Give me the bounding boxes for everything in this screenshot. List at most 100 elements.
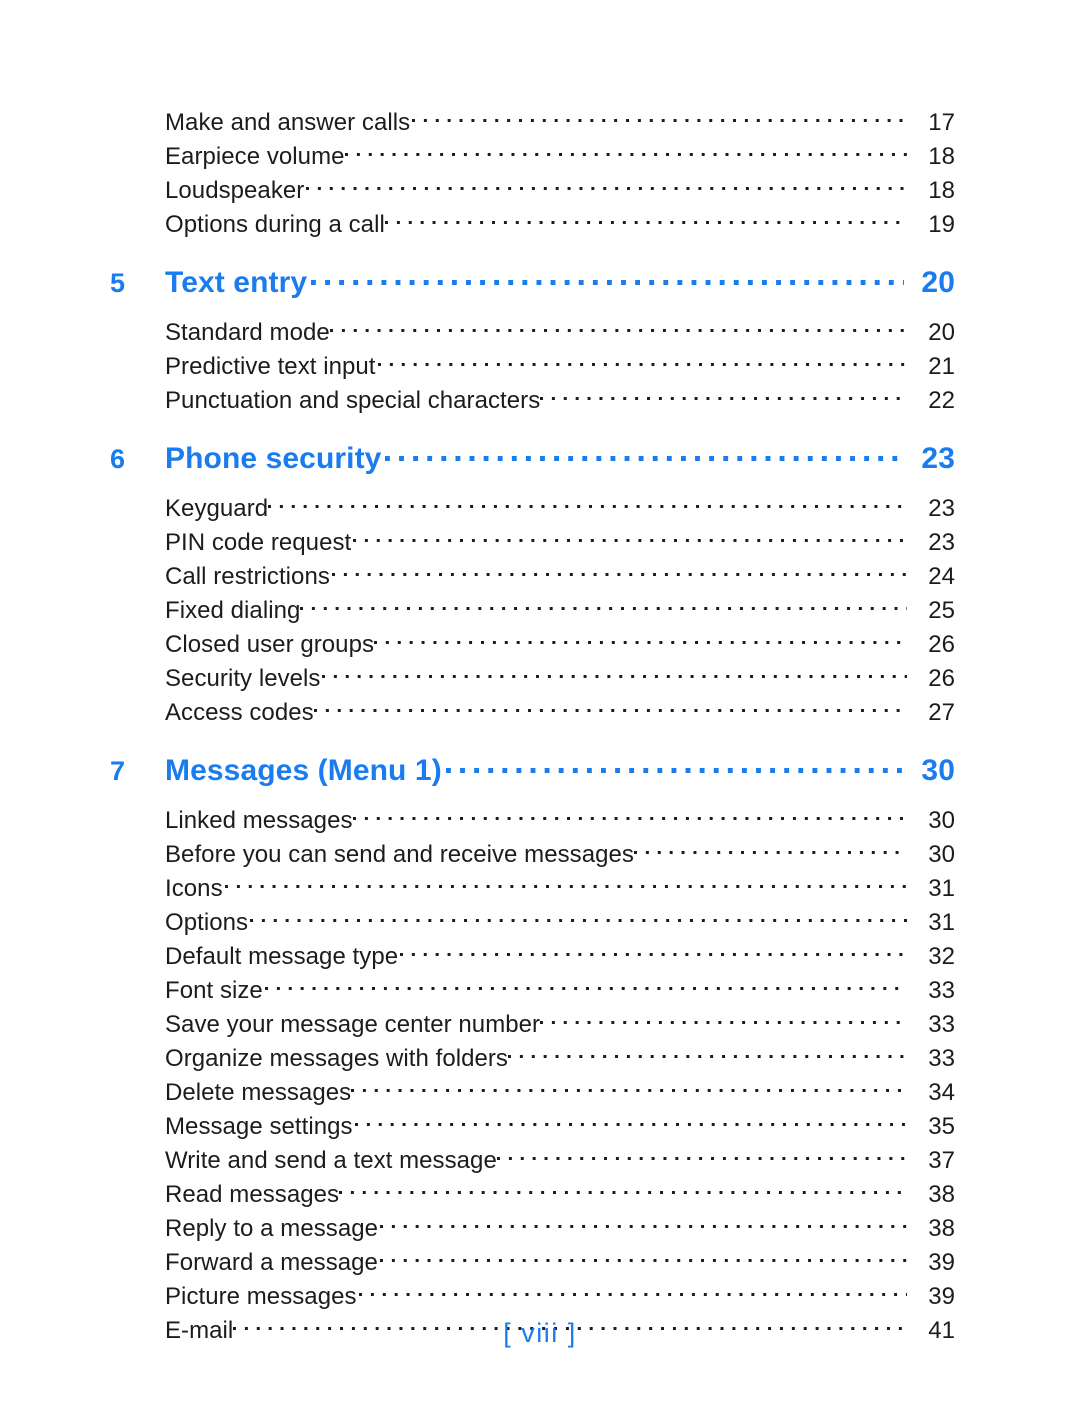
toc-chapter-number: 6 bbox=[110, 444, 126, 474]
toc-entry-page-number: 30 bbox=[928, 807, 955, 834]
toc-entry-page-number: 26 bbox=[928, 665, 955, 692]
toc-entry-title[interactable]: Fixed dialing bbox=[165, 594, 300, 628]
toc-entry-row[interactable]: Icons 31 bbox=[110, 862, 955, 902]
toc-chapter-number: 5 bbox=[110, 268, 126, 298]
toc-entry-page-number: 23 bbox=[928, 529, 955, 556]
toc-leader-dots bbox=[351, 516, 907, 550]
toc-entry-title[interactable]: Predictive text input bbox=[165, 350, 376, 384]
toc-entry-page-number: 18 bbox=[928, 177, 955, 204]
toc-leader-dots bbox=[330, 550, 907, 584]
toc-leader-dots bbox=[378, 1202, 907, 1236]
toc-entry-page-number: 39 bbox=[928, 1249, 955, 1276]
toc-leader-dots bbox=[329, 306, 907, 340]
toc-leader-dots bbox=[344, 130, 907, 164]
toc-entry-title[interactable]: Font size bbox=[165, 974, 263, 1008]
toc-entry-page-number: 30 bbox=[928, 841, 955, 868]
toc-entry-page-number: 20 bbox=[928, 319, 955, 346]
toc-entry-row[interactable]: Make and answer calls 17 bbox=[110, 96, 955, 136]
toc-chapter-page-number: 30 bbox=[921, 754, 955, 787]
toc-entry-page-number: 34 bbox=[928, 1079, 955, 1106]
toc-chapter-row[interactable]: 6 Phone security 23 bbox=[110, 438, 955, 476]
toc-leader-dots bbox=[378, 1236, 907, 1270]
toc-entry-page-number: 17 bbox=[928, 109, 955, 136]
toc-leader-dots bbox=[353, 1100, 907, 1134]
toc-entry-page-number: 38 bbox=[928, 1215, 955, 1242]
toc-entry-page-number: 37 bbox=[928, 1147, 955, 1174]
toc-leader-dots bbox=[633, 828, 907, 862]
toc-leader-dots bbox=[410, 96, 907, 130]
toc-entry-page-number: 23 bbox=[928, 495, 955, 522]
toc-entry-page-number: 39 bbox=[928, 1283, 955, 1310]
toc-entry-page-number: 31 bbox=[928, 909, 955, 936]
toc-leader-dots bbox=[351, 1066, 907, 1100]
toc-entry-title[interactable]: Read messages bbox=[165, 1178, 339, 1212]
toc-entry-page-number: 22 bbox=[928, 387, 955, 414]
toc-entry-page-number: 33 bbox=[928, 977, 955, 1004]
toc-entry-row[interactable]: Standard mode 20 bbox=[110, 306, 955, 346]
toc-entry-title[interactable]: Punctuation and special characters bbox=[165, 384, 540, 418]
toc-chapter-title[interactable]: Messages (Menu 1) bbox=[165, 754, 442, 788]
toc-chapter-row[interactable]: 5 Text entry 20 bbox=[110, 262, 955, 300]
toc-entry-title[interactable]: Message settings bbox=[165, 1110, 353, 1144]
toc-entry-page-number: 33 bbox=[928, 1045, 955, 1072]
toc-leader-dots bbox=[381, 438, 904, 468]
toc-chapter-row[interactable]: 7 Messages (Menu 1) 30 bbox=[110, 750, 955, 788]
toc-chapter-page-number: 20 bbox=[921, 266, 955, 299]
toc-leader-dots bbox=[320, 652, 907, 686]
toc-leader-dots bbox=[307, 262, 904, 292]
toc-leader-dots bbox=[223, 862, 907, 896]
toc-leader-dots bbox=[496, 1134, 907, 1168]
toc-entry-page-number: 26 bbox=[928, 631, 955, 658]
toc-leader-dots bbox=[540, 374, 907, 408]
toc-entry-title[interactable]: Loudspeaker bbox=[165, 174, 304, 208]
page-folio: [ viii ] bbox=[503, 1318, 577, 1348]
toc-chapter-title[interactable]: Text entry bbox=[165, 266, 307, 300]
toc-leader-dots bbox=[248, 896, 907, 930]
toc-entry-title[interactable]: Security levels bbox=[165, 662, 320, 696]
toc-leader-dots bbox=[352, 794, 907, 828]
toc-entry-title[interactable]: Reply to a message bbox=[165, 1212, 378, 1246]
toc-entry-page-number: 27 bbox=[928, 699, 955, 726]
toc-entry-page-number: 32 bbox=[928, 943, 955, 970]
toc-leader-dots bbox=[263, 964, 907, 998]
toc-entry-title[interactable]: Save your message center number bbox=[165, 1008, 540, 1042]
toc-entry-page-number: 35 bbox=[928, 1113, 955, 1140]
toc-entry-page-number: 19 bbox=[928, 211, 955, 238]
toc-entry-page-number: 33 bbox=[928, 1011, 955, 1038]
toc-leader-dots bbox=[339, 1168, 907, 1202]
toc-chapter-number: 7 bbox=[110, 756, 126, 786]
toc-leader-dots bbox=[300, 584, 907, 618]
toc-entry-title[interactable]: Standard mode bbox=[165, 316, 330, 350]
toc-leader-dots bbox=[357, 1270, 907, 1304]
toc-entry-title[interactable]: Options during a call bbox=[165, 208, 385, 242]
toc-entry-title[interactable]: Linked messages bbox=[165, 804, 353, 838]
toc-entry-title[interactable]: PIN code request bbox=[165, 526, 351, 560]
toc-entry-title[interactable]: Keyguard bbox=[165, 492, 268, 526]
toc-leader-dots bbox=[384, 198, 907, 232]
toc-entry-page-number: 31 bbox=[928, 875, 955, 902]
toc-entry-title[interactable]: Forward a message bbox=[165, 1246, 378, 1280]
toc-entry-page-number: 18 bbox=[928, 143, 955, 170]
toc-leader-dots bbox=[268, 482, 907, 516]
toc-leader-dots bbox=[507, 1032, 907, 1066]
toc-entry-title[interactable]: Delete messages bbox=[165, 1076, 351, 1110]
toc-leader-dots bbox=[304, 164, 907, 198]
toc-entry-page-number: 25 bbox=[928, 597, 955, 624]
toc-chapter-page-number: 23 bbox=[921, 442, 955, 475]
toc-leader-dots bbox=[442, 750, 904, 780]
toc-entry-page-number: 24 bbox=[928, 563, 955, 590]
toc-entry-row[interactable]: Keyguard 23 bbox=[110, 482, 955, 522]
toc-leader-dots bbox=[313, 686, 907, 720]
toc-leader-dots bbox=[376, 340, 908, 374]
toc-entry-title[interactable]: Access codes bbox=[165, 696, 314, 730]
toc-chapter-title[interactable]: Phone security bbox=[165, 442, 381, 476]
toc-entry-page-number: 38 bbox=[928, 1181, 955, 1208]
toc-leader-dots bbox=[398, 930, 907, 964]
toc-entry-row[interactable]: Options 31 bbox=[110, 896, 955, 936]
toc-leader-dots bbox=[374, 618, 907, 652]
toc-entry-title[interactable]: Options bbox=[165, 906, 248, 940]
toc-list: Make and answer calls 17 Earpiece volume 18… bbox=[110, 96, 955, 1344]
toc-entry-title[interactable]: Icons bbox=[165, 872, 223, 906]
toc-entry-row[interactable]: Linked messages 30 bbox=[110, 794, 955, 834]
toc-entry-page-number: 21 bbox=[928, 353, 955, 380]
